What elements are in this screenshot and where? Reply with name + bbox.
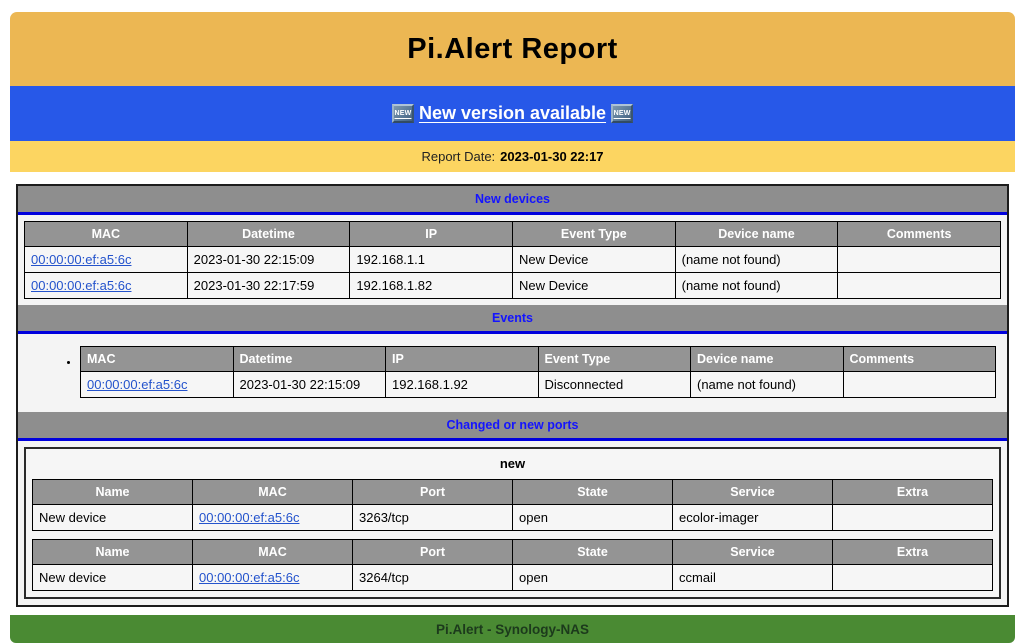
report-header: Pi.Alert Report xyxy=(10,12,1015,86)
events-table: MAC Datetime IP Event Type Device name C… xyxy=(80,346,996,398)
column-header-extra: Extra xyxy=(833,480,993,505)
table-header-row: MAC Datetime IP Event Type Device name C… xyxy=(81,347,996,372)
comments-cell xyxy=(843,372,996,398)
section-header-new-devices: New devices xyxy=(18,186,1007,215)
table-header-row: Name MAC Port State Service Extra xyxy=(33,480,993,505)
datetime-cell: 2023-01-30 22:15:09 xyxy=(233,372,386,398)
name-cell: New device xyxy=(33,505,193,531)
column-header-name: Name xyxy=(33,480,193,505)
section-header-events: Events xyxy=(18,305,1007,334)
table-header-row: MAC Datetime IP Event Type Device name C… xyxy=(25,222,1001,247)
column-header-mac: MAC xyxy=(193,540,353,565)
column-header-mac: MAC xyxy=(81,347,234,372)
mac-cell: 00:00:00:ef:a5:6c xyxy=(81,372,234,398)
extra-cell xyxy=(833,565,993,591)
ports-box: new Name MAC Port State Service Extra N xyxy=(24,447,1001,599)
table-row: 00:00:00:ef:a5:6c 2023-01-30 22:15:09 19… xyxy=(25,247,1001,273)
report-date-label: Report Date: xyxy=(421,149,495,164)
column-header-datetime: Datetime xyxy=(187,222,350,247)
column-header-device-name: Device name xyxy=(691,347,844,372)
column-header-state: State xyxy=(513,480,673,505)
column-header-datetime: Datetime xyxy=(233,347,386,372)
table-row: New device 00:00:00:ef:a5:6c 3264/tcp op… xyxy=(33,565,993,591)
ip-cell: 192.168.1.1 xyxy=(350,247,513,273)
new-version-link[interactable]: NEW New version available NEW xyxy=(392,103,633,124)
device-name-cell: (name not found) xyxy=(675,247,838,273)
event-type-cell: New Device xyxy=(512,273,675,299)
column-header-comments: Comments xyxy=(843,347,996,372)
state-cell: open xyxy=(513,565,673,591)
extra-cell xyxy=(833,505,993,531)
mac-link[interactable]: 00:00:00:ef:a5:6c xyxy=(199,570,299,585)
report-footer: Pi.Alert - Synology-NAS xyxy=(10,615,1015,643)
column-header-port: Port xyxy=(353,540,513,565)
mac-cell: 00:00:00:ef:a5:6c xyxy=(193,505,353,531)
new-devices-table: MAC Datetime IP Event Type Device name C… xyxy=(24,221,1001,299)
column-header-service: Service xyxy=(673,540,833,565)
column-header-state: State xyxy=(513,540,673,565)
mac-cell: 00:00:00:ef:a5:6c xyxy=(25,247,188,273)
device-name-cell: (name not found) xyxy=(675,273,838,299)
new-version-banner: NEW New version available NEW xyxy=(10,86,1015,141)
mac-link[interactable]: 00:00:00:ef:a5:6c xyxy=(87,377,187,392)
events-list: MAC Datetime IP Event Type Device name C… xyxy=(18,346,1007,398)
mac-link[interactable]: 00:00:00:ef:a5:6c xyxy=(31,252,131,267)
mac-cell: 00:00:00:ef:a5:6c xyxy=(193,565,353,591)
column-header-extra: Extra xyxy=(833,540,993,565)
port-cell: 3264/tcp xyxy=(353,565,513,591)
ports-table-2: Name MAC Port State Service Extra New de… xyxy=(32,539,993,591)
events-list-item: MAC Datetime IP Event Type Device name C… xyxy=(80,346,1007,398)
column-header-event-type: Event Type xyxy=(512,222,675,247)
column-header-mac: MAC xyxy=(25,222,188,247)
section-header-ports: Changed or new ports xyxy=(18,412,1007,441)
column-header-service: Service xyxy=(673,480,833,505)
port-cell: 3263/tcp xyxy=(353,505,513,531)
table-row: 00:00:00:ef:a5:6c 2023-01-30 22:15:09 19… xyxy=(81,372,996,398)
page-title: Pi.Alert Report xyxy=(407,33,618,66)
mac-link[interactable]: 00:00:00:ef:a5:6c xyxy=(199,510,299,525)
table-header-row: Name MAC Port State Service Extra xyxy=(33,540,993,565)
report-date-value: 2023-01-30 22:17 xyxy=(500,149,603,164)
name-cell: New device xyxy=(33,565,193,591)
comments-cell xyxy=(838,273,1001,299)
mac-link[interactable]: 00:00:00:ef:a5:6c xyxy=(31,278,131,293)
report-date-band: Report Date: 2023-01-30 22:17 xyxy=(10,141,1015,172)
service-cell: ccmail xyxy=(673,565,833,591)
comments-cell xyxy=(838,247,1001,273)
ip-cell: 192.168.1.82 xyxy=(350,273,513,299)
column-header-name: Name xyxy=(33,540,193,565)
new-badge-icon: NEW xyxy=(392,104,414,123)
section-title: New devices xyxy=(475,192,550,206)
report-body: New devices MAC Datetime IP Event Type D… xyxy=(16,184,1009,607)
new-badge-icon: NEW xyxy=(611,104,633,123)
ports-table-1: Name MAC Port State Service Extra New de… xyxy=(32,479,993,531)
column-header-port: Port xyxy=(353,480,513,505)
ports-group-label: new xyxy=(26,449,999,479)
device-name-cell: (name not found) xyxy=(691,372,844,398)
column-header-device-name: Device name xyxy=(675,222,838,247)
event-type-cell: Disconnected xyxy=(538,372,691,398)
new-version-link-label: New version available xyxy=(419,103,606,124)
mac-cell: 00:00:00:ef:a5:6c xyxy=(25,273,188,299)
column-header-ip: IP xyxy=(386,347,539,372)
table-row: 00:00:00:ef:a5:6c 2023-01-30 22:17:59 19… xyxy=(25,273,1001,299)
table-row: New device 00:00:00:ef:a5:6c 3263/tcp op… xyxy=(33,505,993,531)
column-header-event-type: Event Type xyxy=(538,347,691,372)
event-type-cell: New Device xyxy=(512,247,675,273)
datetime-cell: 2023-01-30 22:15:09 xyxy=(187,247,350,273)
ip-cell: 192.168.1.92 xyxy=(386,372,539,398)
column-header-mac: MAC xyxy=(193,480,353,505)
column-header-comments: Comments xyxy=(838,222,1001,247)
column-header-ip: IP xyxy=(350,222,513,247)
section-title: Changed or new ports xyxy=(447,418,579,432)
state-cell: open xyxy=(513,505,673,531)
datetime-cell: 2023-01-30 22:17:59 xyxy=(187,273,350,299)
pialert-report-email: Pi.Alert Report NEW New version availabl… xyxy=(10,12,1015,643)
service-cell: ecolor-imager xyxy=(673,505,833,531)
section-title: Events xyxy=(492,311,533,325)
footer-text: Pi.Alert - Synology-NAS xyxy=(436,622,589,637)
